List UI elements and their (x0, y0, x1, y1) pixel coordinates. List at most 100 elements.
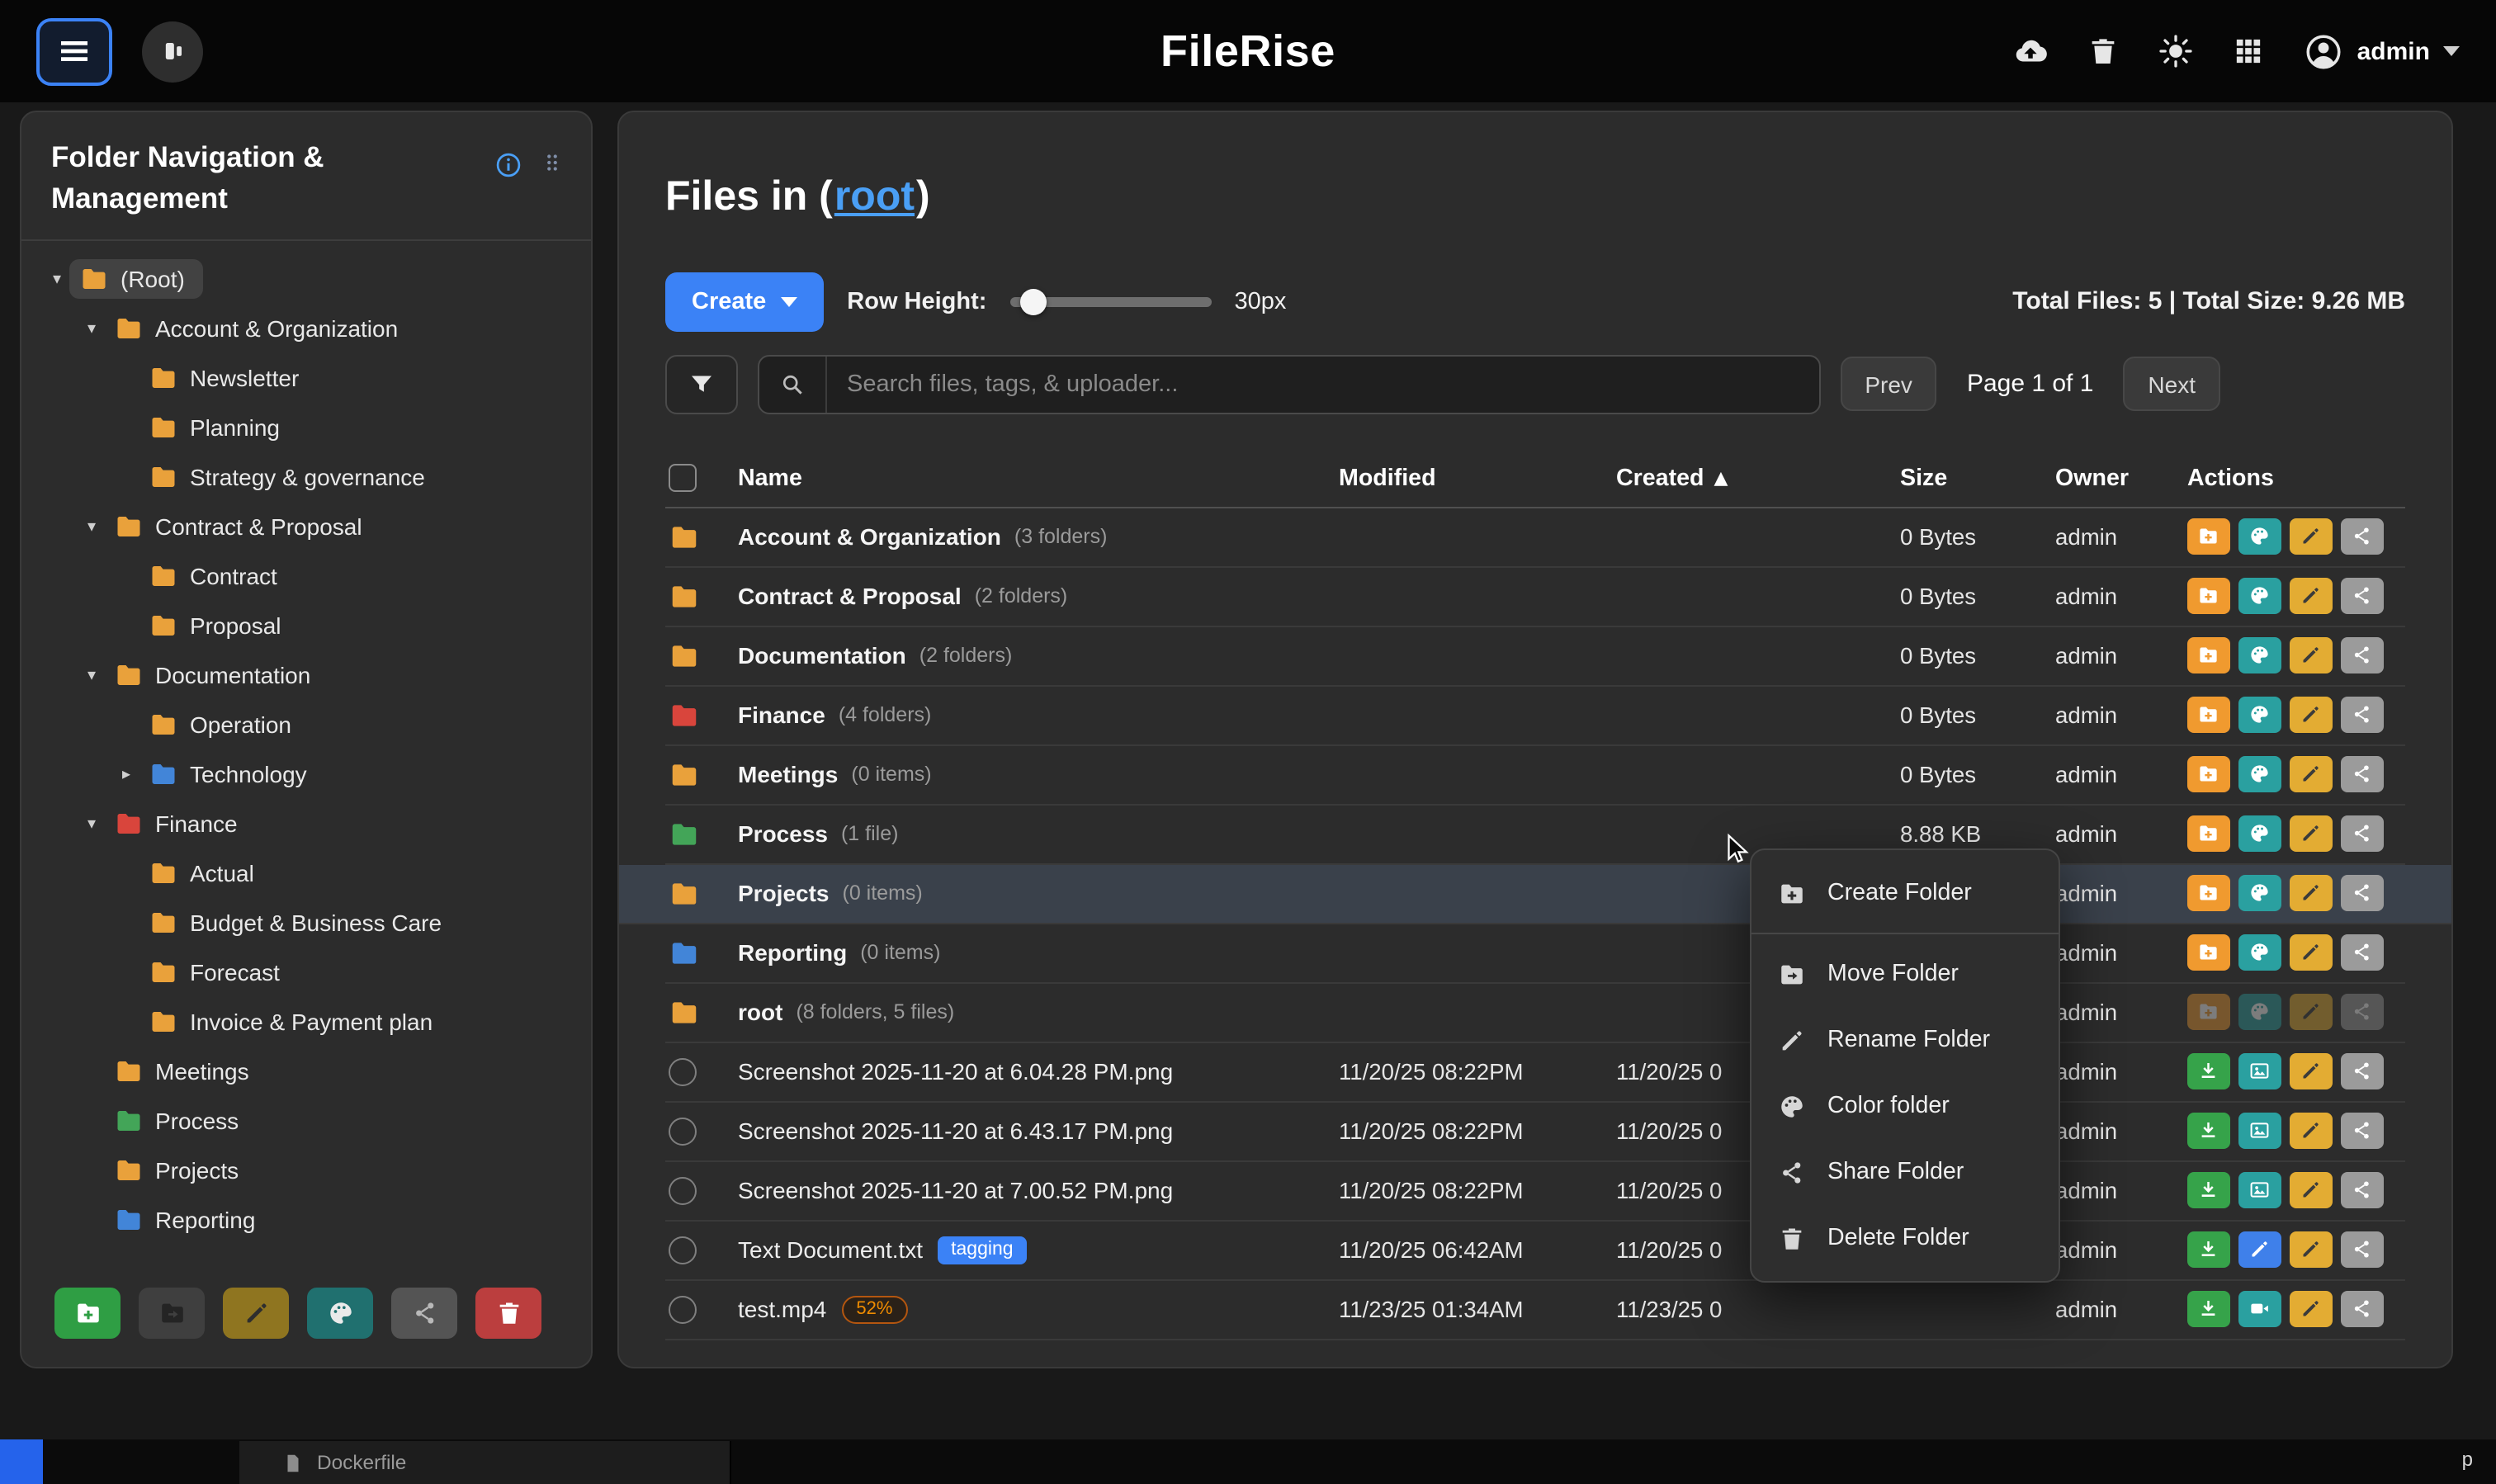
tree-caret[interactable]: ▾ (45, 270, 69, 288)
search-input[interactable] (827, 371, 1818, 397)
column-header-modified[interactable]: Modified (1339, 465, 1616, 491)
preview-image-button[interactable] (2238, 1113, 2281, 1149)
tree-item[interactable]: Forecast (31, 948, 581, 997)
table-row[interactable]: Text Document.txt tagging 11/20/25 06:42… (665, 1221, 2405, 1280)
rename-button[interactable] (2290, 815, 2333, 852)
share-folder-button[interactable] (391, 1288, 457, 1339)
prev-page-button[interactable]: Prev (1840, 357, 1937, 411)
tree-item[interactable]: Meetings (31, 1047, 581, 1096)
create-subfolder-button[interactable] (2187, 637, 2230, 673)
row-name[interactable]: Contract & Proposal (738, 583, 962, 609)
tree-item-body[interactable]: Proposal (139, 606, 291, 645)
create-subfolder-button[interactable] (2187, 756, 2230, 792)
color-folder-button[interactable] (2238, 875, 2281, 911)
color-folder-button[interactable] (2238, 815, 2281, 852)
row-name[interactable]: Reporting (738, 939, 847, 966)
rename-button[interactable] (2290, 578, 2333, 614)
user-menu[interactable]: admin (2303, 31, 2460, 72)
tree-item[interactable]: Strategy & governance (31, 452, 581, 502)
table-row[interactable]: Screenshot 2025-11-20 at 6.43.17 PM.png … (665, 1102, 2405, 1161)
tree-item[interactable]: ▾ Finance (31, 799, 581, 848)
color-folder-button[interactable] (2238, 637, 2281, 673)
table-row[interactable]: Process (1 file) 8.88 KB admin (665, 805, 2405, 864)
context-menu-item[interactable]: Rename Folder (1751, 1007, 2059, 1073)
create-subfolder-button[interactable] (2187, 518, 2230, 555)
tree-item-body[interactable]: Projects (104, 1151, 248, 1190)
tree-item[interactable]: Planning (31, 403, 581, 452)
tree-item-body[interactable]: Contract & Proposal (104, 507, 372, 546)
view-toggle-button[interactable] (142, 21, 203, 82)
tree-item[interactable]: Invoice & Payment plan (31, 997, 581, 1047)
play-video-button[interactable] (2238, 1291, 2281, 1327)
table-row[interactable]: test.mp4 52% 11/23/25 01:34AM 11/23/25 0… (665, 1280, 2405, 1340)
create-subfolder-button[interactable] (2187, 578, 2230, 614)
tree-item[interactable]: Budget & Business Care (31, 898, 581, 948)
tree-caret[interactable]: ▾ (79, 518, 104, 536)
row-name[interactable]: test.mp4 (738, 1296, 826, 1322)
tree-item[interactable]: ▾ Contract & Proposal (31, 502, 581, 551)
rename-button[interactable] (2290, 1291, 2333, 1327)
tree-item-body[interactable]: (Root) (69, 259, 203, 299)
tree-item[interactable]: Actual (31, 848, 581, 898)
row-name[interactable]: Documentation (738, 642, 906, 669)
column-header-size[interactable]: Size (1900, 465, 2055, 491)
tree-item-body[interactable]: Forecast (139, 952, 290, 992)
row-name[interactable]: Finance (738, 702, 825, 728)
row-checkbox[interactable] (669, 1117, 697, 1145)
row-name[interactable]: Screenshot 2025-11-20 at 6.43.17 PM.png (738, 1118, 1173, 1144)
row-checkbox[interactable] (669, 1236, 697, 1264)
row-name[interactable]: Process (738, 820, 828, 847)
share-button[interactable] (2341, 1172, 2384, 1208)
delete-folder-button[interactable] (475, 1288, 541, 1339)
download-button[interactable] (2187, 1172, 2230, 1208)
row-checkbox[interactable] (669, 1057, 697, 1085)
row-height-slider[interactable] (1009, 296, 1211, 306)
color-folder-button[interactable] (2238, 934, 2281, 971)
table-row[interactable]: Finance (4 folders) 0 Bytes admin (665, 686, 2405, 745)
items-per-page-select[interactable]: 50 (744, 1366, 833, 1368)
download-button[interactable] (2187, 1113, 2230, 1149)
column-header-owner[interactable]: Owner (2055, 465, 2187, 491)
row-name[interactable]: Text Document.txt (738, 1236, 923, 1263)
table-row[interactable]: Screenshot 2025-11-20 at 7.00.52 PM.png … (665, 1161, 2405, 1221)
tree-item[interactable]: Proposal (31, 601, 581, 650)
color-folder-button[interactable] (2238, 756, 2281, 792)
tree-item-body[interactable]: Technology (139, 754, 317, 794)
drag-handle-icon[interactable] (540, 150, 565, 175)
column-header-created[interactable]: Created▲ (1616, 465, 1900, 491)
color-folder-button[interactable] (2238, 518, 2281, 555)
context-menu-item[interactable]: Share Folder (1751, 1139, 2059, 1205)
rename-button[interactable] (2290, 756, 2333, 792)
share-button[interactable] (2341, 934, 2384, 971)
tree-item-body[interactable]: Documentation (104, 655, 320, 695)
tree-item[interactable]: Reporting (31, 1195, 581, 1245)
tree-item[interactable]: ▾ (Root) (31, 254, 581, 304)
tree-item-body[interactable]: Operation (139, 705, 301, 744)
tree-item-body[interactable]: Actual (139, 853, 264, 893)
tree-item[interactable]: Contract (31, 551, 581, 601)
create-subfolder-button[interactable] (2187, 697, 2230, 733)
tree-item-body[interactable]: Account & Organization (104, 309, 408, 348)
preview-image-button[interactable] (2238, 1172, 2281, 1208)
column-header-name[interactable]: Name (738, 465, 1339, 491)
tree-item-body[interactable]: Strategy & governance (139, 457, 435, 497)
tree-item-body[interactable]: Invoice & Payment plan (139, 1002, 442, 1042)
tree-item-body[interactable]: Planning (139, 408, 290, 447)
apps-grid-icon[interactable] (2232, 35, 2265, 68)
row-name[interactable]: Projects (738, 880, 830, 906)
tree-item[interactable]: Process (31, 1096, 581, 1146)
edit-file-button[interactable] (2238, 1231, 2281, 1268)
context-menu-item[interactable]: Delete Folder (1751, 1205, 2059, 1271)
preview-image-button[interactable] (2238, 1053, 2281, 1089)
color-folder-button[interactable] (2238, 697, 2281, 733)
upload-icon[interactable] (2012, 33, 2049, 69)
tree-caret[interactable]: ▸ (114, 765, 139, 783)
tree-item[interactable]: ▸ Technology (31, 749, 581, 799)
root-breadcrumb-link[interactable]: root (834, 173, 915, 221)
download-button[interactable] (2187, 1291, 2230, 1327)
table-row[interactable]: Screenshot 2025-11-20 at 6.04.28 PM.png … (665, 1042, 2405, 1102)
tree-caret[interactable]: ▾ (79, 666, 104, 684)
table-row[interactable]: Account & Organization (3 folders) 0 Byt… (665, 508, 2405, 567)
tree-item-body[interactable]: Reporting (104, 1200, 265, 1240)
download-button[interactable] (2187, 1231, 2230, 1268)
